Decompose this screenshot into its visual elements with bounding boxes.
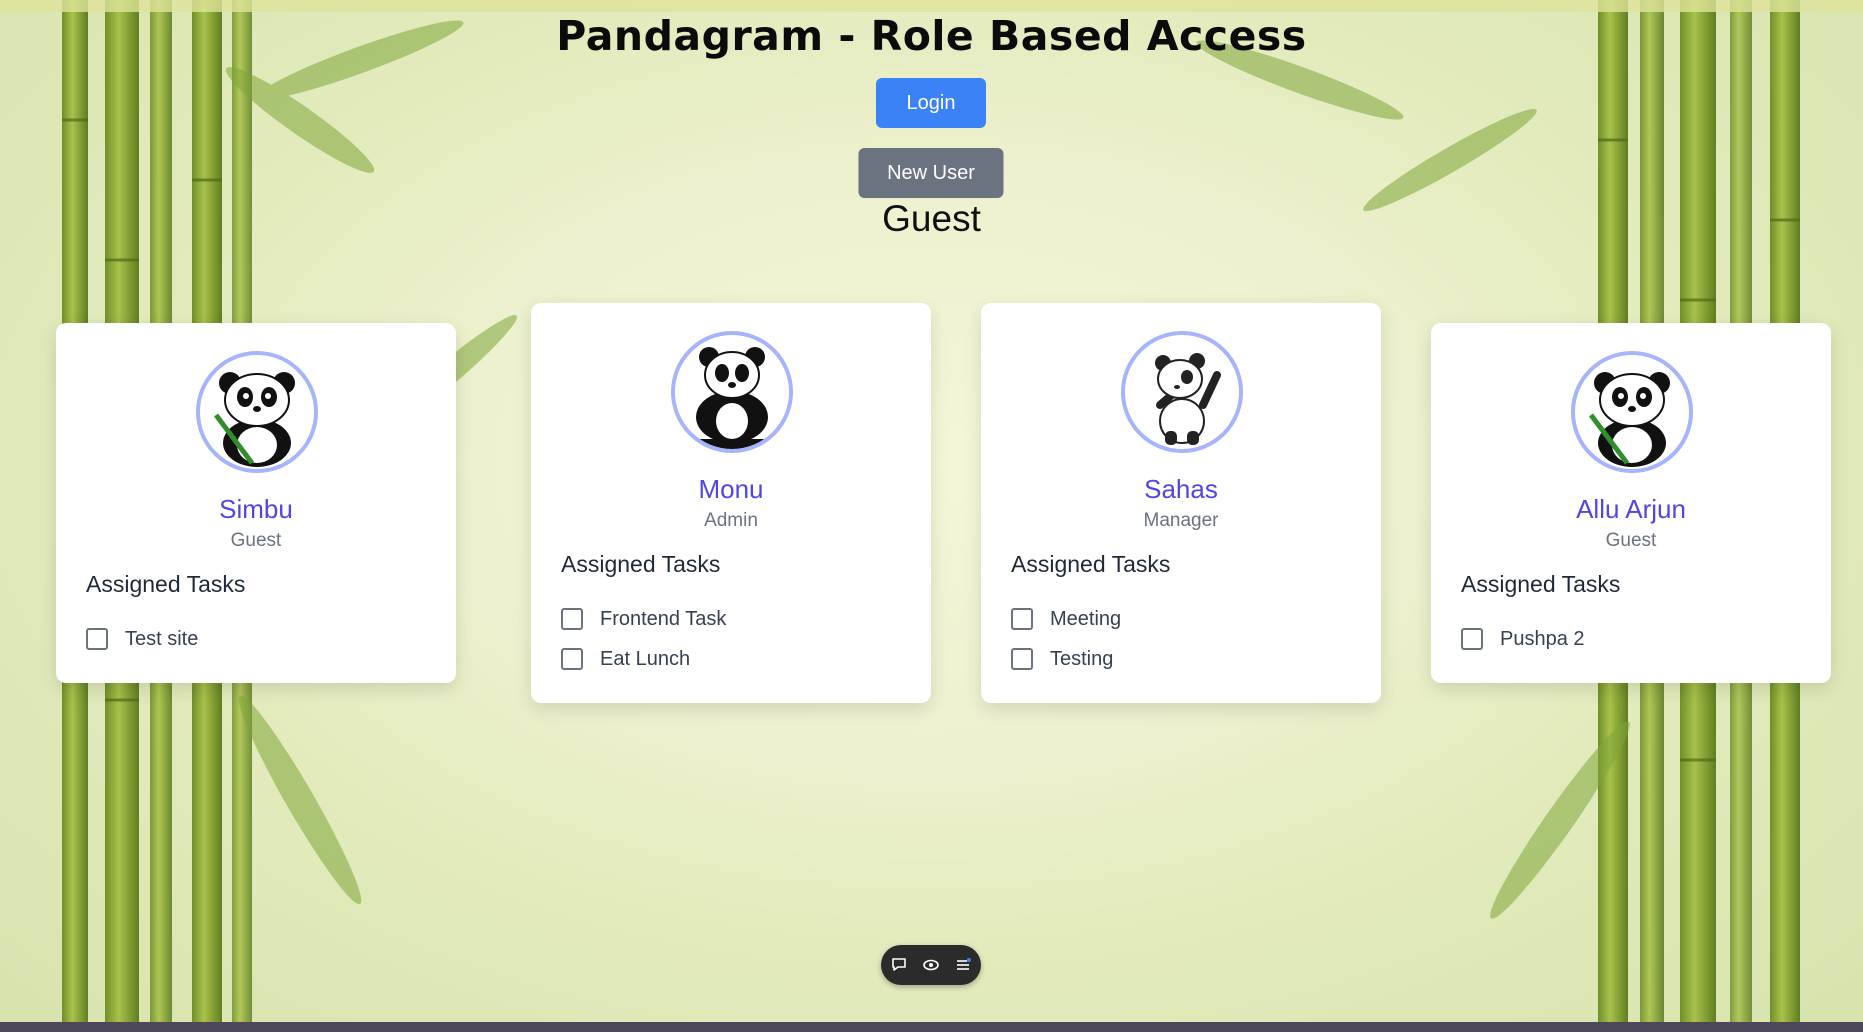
task-checkbox[interactable]: [86, 628, 108, 650]
floating-toolbar: [881, 945, 981, 985]
task-checkbox[interactable]: [1011, 608, 1033, 630]
panda-avatar: [671, 331, 793, 453]
user-card: Simbu Guest Assigned Tasks Test site: [56, 323, 456, 683]
new-user-button[interactable]: New User: [858, 148, 1004, 198]
user-role: Manager: [1143, 510, 1219, 531]
assigned-tasks-heading: Assigned Tasks: [1011, 551, 1171, 577]
assigned-tasks-heading: Assigned Tasks: [561, 551, 721, 577]
comment-icon[interactable]: [890, 956, 908, 974]
user-name: Simbu: [219, 494, 293, 524]
panda-sitting-icon: [675, 335, 789, 449]
task-label: Meeting: [1050, 607, 1122, 630]
task-checkbox[interactable]: [561, 648, 583, 670]
user-role: Guest: [1605, 530, 1657, 551]
task-item: Test site: [86, 625, 198, 653]
task-label: Eat Lunch: [600, 647, 691, 670]
user-name: Allu Arjun: [1576, 494, 1686, 524]
panda-avatar: [1571, 351, 1693, 473]
user-name: Monu: [698, 474, 764, 504]
user-role: Admin: [704, 510, 758, 531]
task-checkbox[interactable]: [1011, 648, 1033, 670]
task-label: Frontend Task: [600, 607, 727, 630]
user-role: Guest: [230, 530, 282, 551]
panda-dab-icon: [1125, 335, 1239, 449]
panda-avatar: [196, 351, 318, 473]
task-label: Test site: [125, 627, 199, 650]
user-card: Sahas Manager Assigned Tasks Meeting Tes…: [981, 303, 1381, 703]
eye-icon[interactable]: [922, 956, 940, 974]
assigned-tasks-heading: Assigned Tasks: [86, 571, 246, 597]
task-item: Testing: [1011, 645, 1113, 673]
task-label: Testing: [1050, 647, 1114, 670]
menu-icon[interactable]: [954, 956, 972, 974]
panda-bamboo-icon: [1575, 355, 1689, 469]
user-card: Monu Admin Assigned Tasks Frontend Task …: [531, 303, 931, 703]
task-item: Eat Lunch: [561, 645, 690, 673]
bottom-strip: [0, 1022, 1863, 1032]
current-role-heading: Guest: [882, 198, 981, 239]
top-strip: [0, 0, 1863, 12]
login-button[interactable]: Login: [876, 78, 986, 128]
user-name: Sahas: [1144, 474, 1218, 504]
page-title: Pandagram - Role Based Access: [556, 12, 1307, 60]
user-card: Allu Arjun Guest Assigned Tasks Pushpa 2: [1431, 323, 1831, 683]
assigned-tasks-heading: Assigned Tasks: [1461, 571, 1621, 597]
task-checkbox[interactable]: [1461, 628, 1483, 650]
task-item: Pushpa 2: [1461, 625, 1585, 653]
task-checkbox[interactable]: [561, 608, 583, 630]
task-label: Pushpa 2: [1500, 627, 1585, 650]
task-item: Meeting: [1011, 605, 1121, 633]
panda-avatar: [1121, 331, 1243, 453]
task-item: Frontend Task: [561, 605, 726, 633]
panda-bamboo-icon: [200, 355, 314, 469]
